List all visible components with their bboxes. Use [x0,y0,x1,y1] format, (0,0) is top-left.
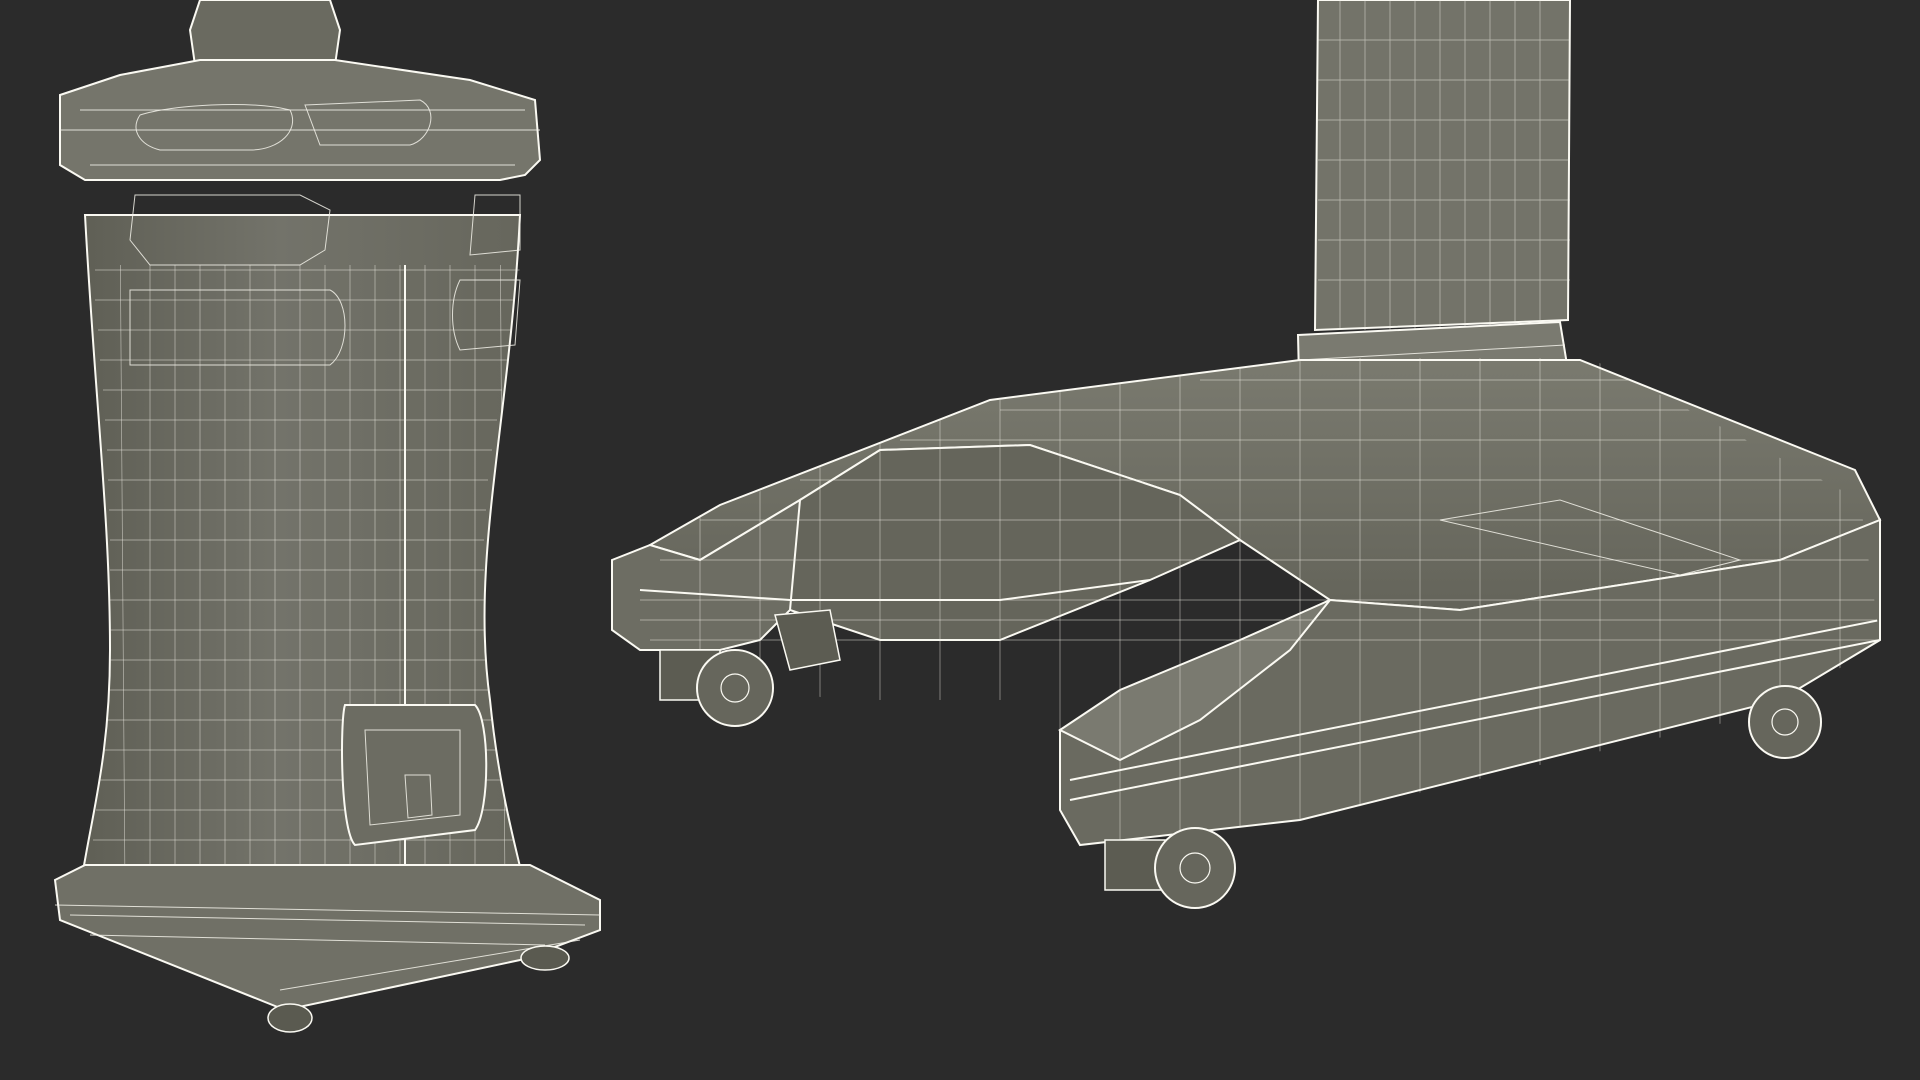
wireframe-render [53,0,1882,1033]
pedestal-tower [53,0,601,1033]
column [1313,0,1572,332]
tower-cap [59,59,542,181]
mobile-c-base [611,0,1882,909]
wheel-front-left [659,649,774,727]
tower-caster-left [267,1003,313,1033]
tower-caster-right [520,945,570,971]
wheel-inner [774,609,841,671]
wheel-front-right [1104,827,1236,909]
tower-neck [188,0,342,66]
tower-plinth [53,864,601,1012]
wheel-rear-right [1748,685,1822,759]
